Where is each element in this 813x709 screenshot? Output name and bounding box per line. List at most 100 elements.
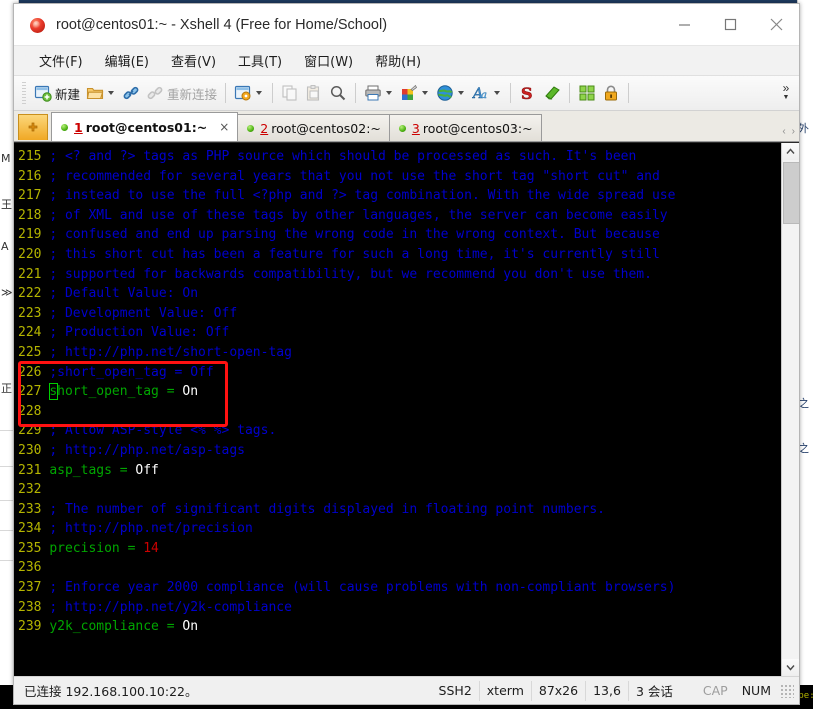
terminal-line-number: 223 [18,305,50,321]
terminal-line: 231 asp_tags = Off [18,461,781,481]
status-cursor-position: 13,6 [585,680,628,701]
terminal-line-number: 222 [18,286,50,302]
tab-centos01[interactable]: 1 root@centos01:~ × [51,112,239,141]
menu-bar: 文件(F) 编辑(E) 查看(V) 工具(T) 窗口(W) 帮助(H) [14,46,799,76]
scrollbar-track[interactable] [782,160,799,659]
menu-edit[interactable]: 编辑(E) [96,48,158,73]
terminal-line-number: 229 [18,423,50,439]
title-bar[interactable]: root@centos01:~ - Xshell 4 (Free for Hom… [14,4,799,46]
highlight-button[interactable] [540,78,564,108]
print-icon [364,84,382,102]
disconnect-button: 重新连接 [143,78,220,108]
terminal-text: ; Enforce year 2000 compliance (will cau… [49,580,676,596]
terminal-screen[interactable]: 215 ; <? and ?> tags as PHP source which… [14,143,781,676]
vim-ruler: 227,1 11% [14,655,781,675]
terminal-line-number: 237 [18,580,50,596]
status-terminal-type: xterm [478,680,531,701]
menu-help[interactable]: 帮助(H) [366,48,430,73]
menu-file[interactable]: 文件(F) [30,48,92,73]
search-icon [329,84,347,102]
minimize-button[interactable] [661,4,707,45]
maximize-button[interactable] [707,4,753,45]
scrollbar-thumb[interactable] [783,162,799,224]
terminal-text: ; confused and end up parsing the wrong … [49,227,660,243]
status-bar: 已连接 192.168.100.10:22。 SSH2 xterm 87x26 … [14,676,799,704]
svg-text:S: S [521,84,533,102]
menu-tools[interactable]: 工具(T) [229,48,291,73]
connection-status: 已连接 192.168.100.10:22。 [24,684,198,699]
font-caret-icon[interactable] [494,91,501,95]
print-caret-icon[interactable] [386,91,393,95]
vim-ruler-position: 227,1 [626,675,665,676]
terminal-text: ;short_open_tag = Off [49,364,214,380]
terminal-line: 239 y2k_compliance = On [18,617,781,637]
tab-title: root@centos01:~ [85,119,208,135]
open-session-button[interactable] [83,78,119,108]
terminal-line: 223 ; Development Value: Off [18,304,781,324]
close-button[interactable] [753,4,799,45]
toolbar-separator-4 [510,83,512,103]
tab-centos03[interactable]: 3 root@centos03:~ [388,114,542,141]
tab-nav-prev-icon[interactable]: ‹ [782,126,785,137]
terminal-line: 224 ; Production Value: Off [18,323,781,343]
web-caret-icon[interactable] [458,91,465,95]
terminal-area: 215 ; <? and ?> tags as PHP source which… [14,142,799,676]
terminal-line-number: 225 [18,344,50,360]
color-scheme-button[interactable] [397,78,433,108]
new-session-icon [34,84,52,102]
find-button[interactable] [326,78,350,108]
xshell-icon [29,16,47,34]
highlight-icon [543,84,561,102]
terminal-line: 229 ; Allow ASP-style <% %> tags. [18,421,781,441]
tab-title: root@centos02:~ [271,120,381,136]
window-controls [661,4,799,45]
menu-window[interactable]: 窗口(W) [295,48,362,73]
toolbar-overflow-button[interactable]: » ▼ [775,76,797,110]
terminal-text: On [182,619,199,635]
new-tab-button[interactable] [18,114,48,140]
connect-button[interactable] [119,78,143,108]
open-session-caret-icon[interactable] [108,91,115,95]
toolbar-separator-2 [272,83,274,103]
web-button[interactable] [433,78,469,108]
layout-button[interactable] [575,78,599,108]
terminal-line-number: 234 [18,521,50,537]
terminal-scrollbar[interactable] [781,143,799,676]
bg-left-glyph: A [1,240,9,253]
tab-status-dot-icon [398,124,406,132]
tab-nav-next-icon[interactable]: › [792,126,795,137]
script-button[interactable]: S [516,78,540,108]
scroll-down-button[interactable] [782,659,799,676]
terminal-text: precision = [49,540,144,556]
terminal-line: 219 ; confused and end up parsing the wr… [18,225,781,245]
font-icon: A a [471,84,490,103]
menu-view[interactable]: 查看(V) [162,48,225,73]
font-button[interactable]: A a [469,78,505,108]
terminal-text: ; http://php.net/precision [49,521,253,537]
terminal-line: 225 ; http://php.net/short-open-tag [18,343,781,363]
lock-button[interactable] [599,78,623,108]
terminal-line-number: 238 [18,599,50,615]
disconnect-icon [146,84,164,102]
terminal-text: ; http://php.net/short-open-tag [49,344,292,360]
session-manager-caret-icon[interactable] [256,91,263,95]
session-manager-button[interactable] [231,78,267,108]
scroll-up-button[interactable] [782,143,799,160]
tab-close-icon[interactable]: × [219,120,229,134]
terminal-text: ; <? and ?> tags as PHP source which sho… [49,149,637,164]
terminal-line-number: 216 [18,168,50,184]
terminal-line-number: 228 [18,403,50,419]
toolbar-grip[interactable] [22,82,26,104]
status-num-lock: NUM [741,683,771,698]
terminal-line-number: 235 [18,540,50,556]
tab-centos02[interactable]: 2 root@centos02:~ [237,114,390,141]
bg-left-glyph: M [1,152,11,165]
new-session-button[interactable]: 新建 [31,78,83,108]
resize-grip[interactable] [780,683,794,698]
copy-button [278,78,302,108]
print-button[interactable] [361,78,397,108]
terminal-line: 230 ; http://php.net/asp-tags [18,441,781,461]
color-scheme-caret-icon[interactable] [422,91,429,95]
toolbar-overflow-chevrons-icon: » [782,81,790,95]
terminal-text: ; recommended for several years that you… [49,168,660,184]
